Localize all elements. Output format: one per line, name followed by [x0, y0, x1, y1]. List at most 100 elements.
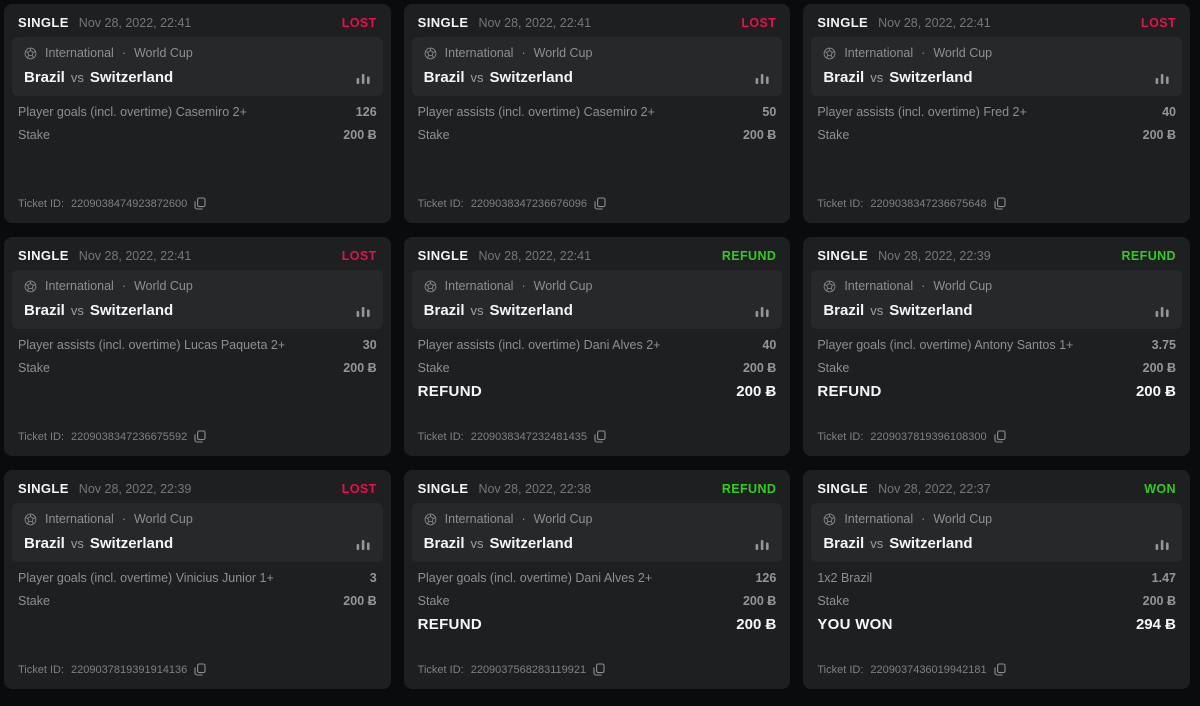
vs-label: vs [870, 70, 883, 85]
stats-icon[interactable] [356, 72, 371, 84]
home-team: Brazil [424, 69, 465, 86]
away-team: Switzerland [90, 302, 173, 319]
bet-ticket-card: SINGLE Nov 28, 2022, 22:41 LOST Internat… [4, 4, 391, 223]
bet-datetime: Nov 28, 2022, 22:39 [79, 482, 192, 496]
copy-icon[interactable] [194, 197, 206, 210]
copy-icon[interactable] [994, 197, 1006, 210]
bet-ticket-card: SINGLE Nov 28, 2022, 22:37 WON Internati… [803, 470, 1190, 689]
result-row: REFUND 200 Ƀ [416, 616, 779, 633]
league-separator: · [521, 279, 525, 293]
away-team: Switzerland [490, 69, 573, 86]
bet-odds: 1.47 [1152, 571, 1176, 585]
bet-datetime: Nov 28, 2022, 22:41 [878, 16, 991, 30]
league-separator: · [122, 512, 126, 526]
league-separator: · [921, 279, 925, 293]
stake-row: Stake 200 Ƀ [16, 361, 379, 375]
ticket-id-label: Ticket ID: [817, 198, 863, 210]
stake-row: Stake 200 Ƀ [416, 594, 779, 608]
result-row: REFUND 200 Ƀ [416, 383, 779, 400]
stake-label: Stake [418, 361, 450, 375]
stats-icon[interactable] [755, 305, 770, 317]
tournament-label: World Cup [534, 279, 593, 293]
copy-icon[interactable] [594, 197, 606, 210]
ticket-id-value: 2209037436019942181 [870, 664, 986, 676]
stats-icon[interactable] [755, 72, 770, 84]
ticket-row: Ticket ID: 2209038347236675648 [815, 197, 1178, 210]
copy-icon[interactable] [194, 663, 206, 676]
match-row: Brazil vs Switzerland [823, 69, 1170, 86]
status-badge: WON [1144, 482, 1176, 496]
bet-ticket-card: SINGLE Nov 28, 2022, 22:39 REFUND Intern… [803, 237, 1190, 456]
stats-icon[interactable] [1155, 538, 1170, 550]
bet-label: Player goals (incl. overtime) Casemiro 2… [18, 105, 247, 119]
copy-icon[interactable] [194, 430, 206, 443]
vs-label: vs [71, 536, 84, 551]
match-row: Brazil vs Switzerland [424, 302, 771, 319]
copy-icon[interactable] [593, 663, 605, 676]
bet-type-label: SINGLE [817, 248, 868, 263]
stake-value: 200 Ƀ [1143, 128, 1176, 142]
ticket-header: SINGLE Nov 28, 2022, 22:41 REFUND [416, 246, 779, 270]
soccer-ball-icon [424, 280, 437, 293]
stats-icon[interactable] [1155, 72, 1170, 84]
match-row: Brazil vs Switzerland [424, 535, 771, 552]
copy-icon[interactable] [994, 663, 1006, 676]
league-label: International [45, 46, 114, 60]
match-row: Brazil vs Switzerland [823, 302, 1170, 319]
bet-type-label: SINGLE [418, 481, 469, 496]
bet-datetime: Nov 28, 2022, 22:41 [79, 249, 192, 263]
card-spacer [16, 142, 379, 197]
copy-icon[interactable] [994, 430, 1006, 443]
card-spacer [815, 633, 1178, 663]
ticket-row: Ticket ID: 2209038347236675592 [16, 430, 379, 443]
bet-label: Player goals (incl. overtime) Vinicius J… [18, 571, 274, 585]
stake-value: 200 Ƀ [343, 361, 376, 375]
stake-row: Stake 200 Ƀ [416, 361, 779, 375]
home-team: Brazil [24, 302, 65, 319]
bet-label: Player assists (incl. overtime) Fred 2+ [817, 105, 1026, 119]
stats-icon[interactable] [356, 305, 371, 317]
stake-row: Stake 200 Ƀ [16, 128, 379, 142]
league-label: International [445, 46, 514, 60]
away-team: Switzerland [889, 535, 972, 552]
soccer-ball-icon [823, 47, 836, 60]
bet-ticket-card: SINGLE Nov 28, 2022, 22:41 LOST Internat… [404, 4, 791, 223]
tournament-label: World Cup [933, 279, 992, 293]
league-row: International · World Cup [24, 46, 371, 60]
stake-row: Stake 200 Ƀ [815, 594, 1178, 608]
match-row: Brazil vs Switzerland [24, 302, 371, 319]
stats-icon[interactable] [356, 538, 371, 550]
ticket-id-label: Ticket ID: [817, 431, 863, 443]
soccer-ball-icon [424, 47, 437, 60]
bet-odds: 50 [762, 105, 776, 119]
copy-icon[interactable] [594, 430, 606, 443]
stats-icon[interactable] [755, 538, 770, 550]
tournament-label: World Cup [134, 46, 193, 60]
bet-type-label: SINGLE [18, 248, 69, 263]
bet-ticket-card: SINGLE Nov 28, 2022, 22:41 LOST Internat… [803, 4, 1190, 223]
result-row: REFUND 200 Ƀ [815, 383, 1178, 400]
bet-history-grid: SINGLE Nov 28, 2022, 22:41 LOST Internat… [0, 0, 1200, 693]
stake-label: Stake [817, 594, 849, 608]
bet-label: 1x2 Brazil [817, 571, 872, 585]
bet-label: Player assists (incl. overtime) Lucas Pa… [18, 338, 285, 352]
stake-label: Stake [418, 594, 450, 608]
stats-icon[interactable] [1155, 305, 1170, 317]
status-badge: LOST [741, 16, 776, 30]
soccer-ball-icon [24, 47, 37, 60]
bet-odds: 126 [356, 105, 377, 119]
stake-row: Stake 200 Ƀ [416, 128, 779, 142]
league-row: International · World Cup [823, 46, 1170, 60]
bet-row: Player assists (incl. overtime) Casemiro… [416, 105, 779, 119]
card-spacer [815, 142, 1178, 197]
ticket-id-label: Ticket ID: [418, 431, 464, 443]
tournament-label: World Cup [534, 512, 593, 526]
bet-row: Player goals (incl. overtime) Antony San… [815, 338, 1178, 352]
away-team: Switzerland [889, 69, 972, 86]
ticket-id-label: Ticket ID: [817, 664, 863, 676]
stake-value: 200 Ƀ [343, 128, 376, 142]
league-row: International · World Cup [823, 512, 1170, 526]
ticket-id-value: 2209038347236675592 [71, 431, 187, 443]
stake-label: Stake [18, 361, 50, 375]
vs-label: vs [870, 303, 883, 318]
